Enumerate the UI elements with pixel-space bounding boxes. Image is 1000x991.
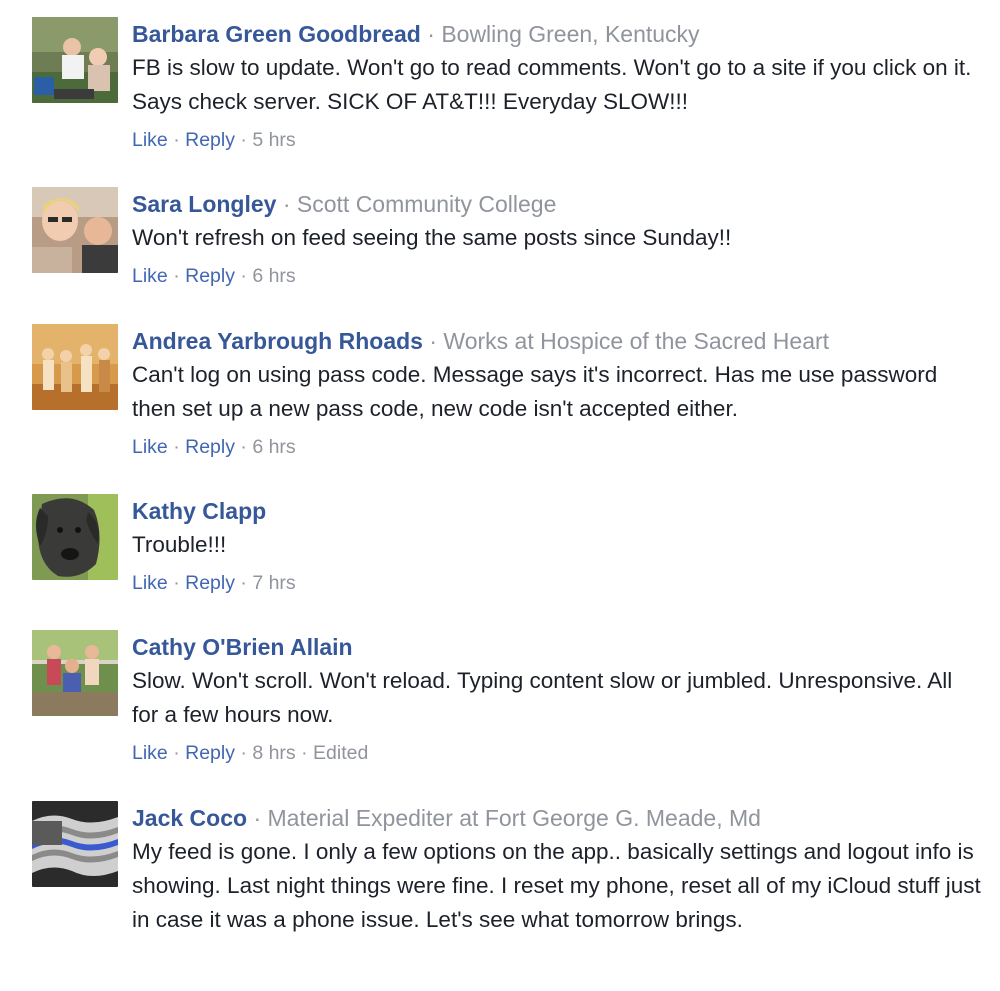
- separator-dot: ·: [240, 572, 247, 594]
- commenter-subtitle: Works at Hospice of the Sacred Heart: [443, 328, 830, 354]
- commenter-name[interactable]: Barbara Green Goodbread: [132, 21, 421, 47]
- commenter-name[interactable]: Cathy O'Brien Allain: [132, 634, 353, 660]
- comment-text: Can't log on using pass code. Message sa…: [132, 362, 938, 421]
- separator-dot: ·: [427, 21, 435, 47]
- commenter-subtitle: Bowling Green, Kentucky: [441, 21, 700, 47]
- timestamp[interactable]: 6 hrs: [252, 265, 295, 287]
- separator-dot: ·: [301, 742, 308, 764]
- reply-link[interactable]: Reply: [185, 265, 235, 287]
- like-link[interactable]: Like: [132, 129, 168, 151]
- comment-text: Trouble!!!: [132, 532, 227, 557]
- commenter-name[interactable]: Sara Longley: [132, 191, 276, 217]
- timestamp[interactable]: 6 hrs: [252, 436, 295, 458]
- commenter-subtitle: Scott Community College: [296, 191, 557, 217]
- reply-link[interactable]: Reply: [185, 436, 235, 458]
- like-link[interactable]: Like: [132, 265, 168, 287]
- reply-link[interactable]: Reply: [185, 129, 235, 151]
- edited-label[interactable]: Edited: [313, 742, 368, 764]
- timestamp[interactable]: 8 hrs: [252, 742, 295, 764]
- separator-dot: ·: [282, 191, 291, 217]
- commenter-name[interactable]: Andrea Yarbrough Rhoads: [132, 328, 423, 354]
- reply-link[interactable]: Reply: [185, 572, 235, 594]
- timestamp[interactable]: 5 hrs: [252, 129, 295, 151]
- separator-dot: ·: [173, 572, 180, 594]
- separator-dot: ·: [240, 436, 247, 458]
- separator-dot: ·: [429, 328, 438, 354]
- timestamp[interactable]: 7 hrs: [252, 572, 295, 594]
- comment-text: FB is slow to update. Won't go to read c…: [132, 55, 972, 114]
- comment-text: Won't refresh on feed seeing the same po…: [132, 225, 732, 250]
- comment-text: My feed is gone. I only a few options on…: [132, 839, 981, 932]
- separator-dot: ·: [240, 129, 247, 151]
- comment-text: Slow. Won't scroll. Won't reload. Typing…: [132, 668, 953, 727]
- separator-dot: ·: [253, 805, 262, 831]
- avatar[interactable]: [32, 187, 118, 273]
- commenter-name[interactable]: Jack Coco: [132, 805, 247, 831]
- separator-dot: ·: [173, 436, 180, 458]
- like-link[interactable]: Like: [132, 742, 168, 764]
- commenter-subtitle: Material Expediter at Fort George G. Mea…: [267, 805, 761, 831]
- avatar[interactable]: [32, 494, 118, 580]
- separator-dot: ·: [240, 742, 247, 764]
- commenter-name[interactable]: Kathy Clapp: [132, 498, 266, 524]
- avatar[interactable]: [32, 801, 118, 887]
- separator-dot: ·: [173, 742, 180, 764]
- separator-dot: ·: [240, 265, 247, 287]
- avatar[interactable]: [32, 630, 118, 716]
- separator-dot: ·: [173, 129, 180, 151]
- avatar[interactable]: [32, 324, 118, 410]
- reply-link[interactable]: Reply: [185, 742, 235, 764]
- avatar[interactable]: [32, 17, 118, 103]
- like-link[interactable]: Like: [132, 572, 168, 594]
- separator-dot: ·: [173, 265, 180, 287]
- like-link[interactable]: Like: [132, 436, 168, 458]
